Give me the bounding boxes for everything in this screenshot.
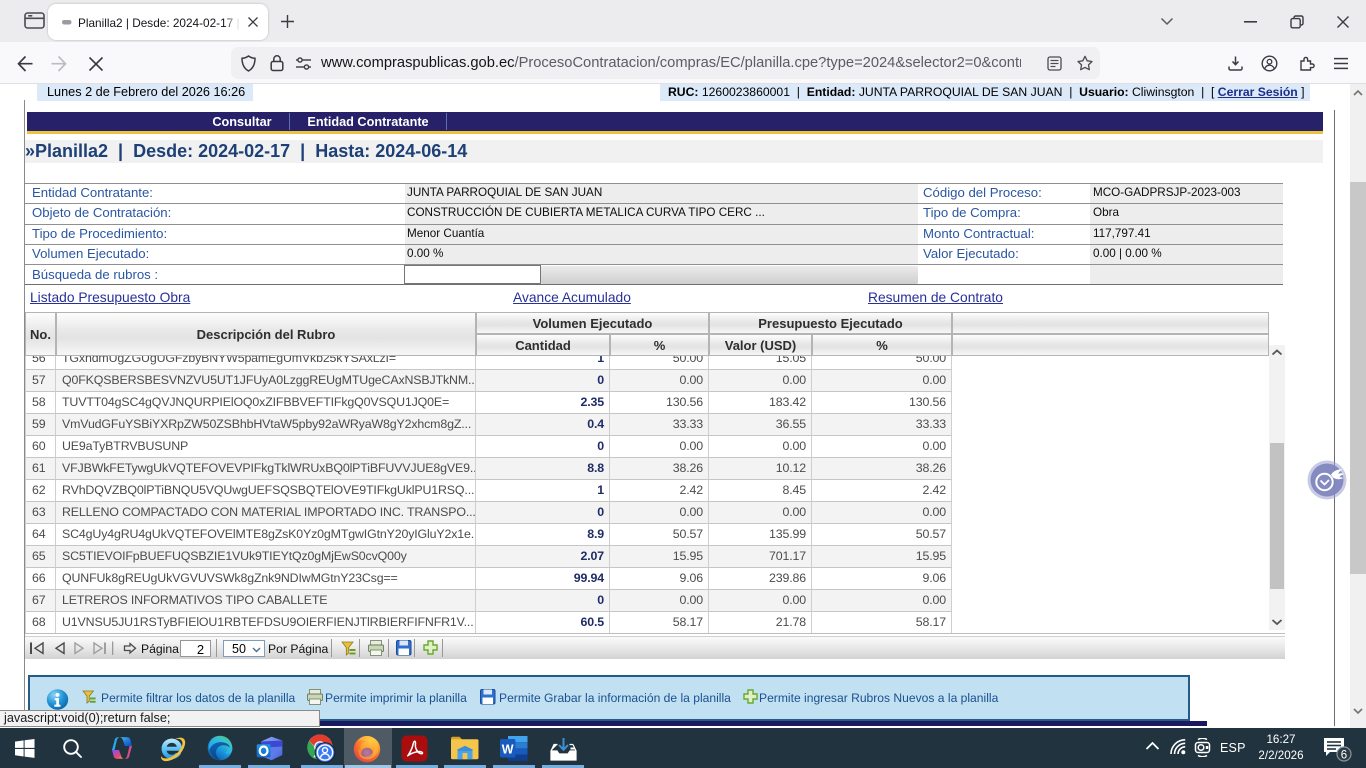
svg-text:W: W	[502, 743, 514, 757]
svg-text:6: 6	[1341, 749, 1347, 761]
